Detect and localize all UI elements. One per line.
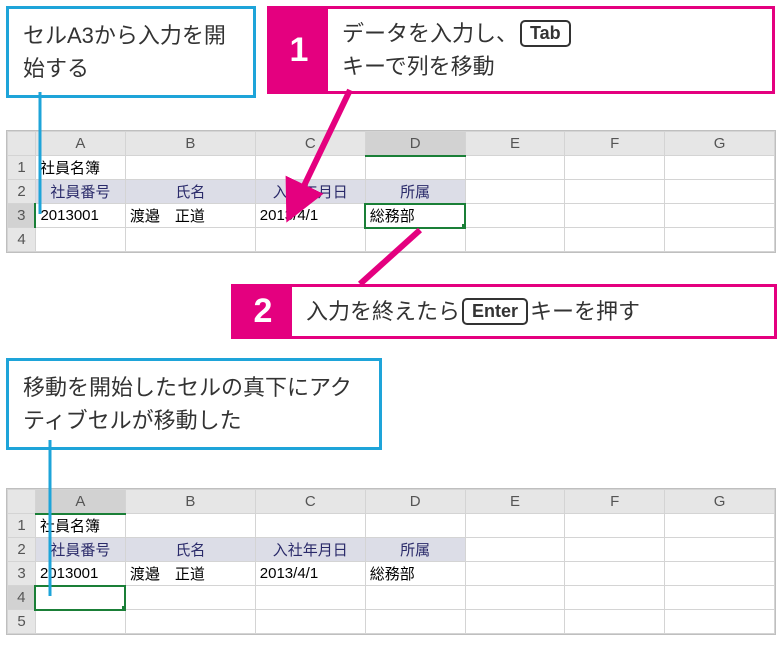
row-2: 2 社員番号 氏名 入社年月日 所属: [8, 180, 775, 204]
cell-A2[interactable]: 社員番号: [35, 180, 125, 204]
cell-B2[interactable]: 氏名: [125, 538, 255, 562]
step-1-number: 1: [270, 9, 328, 91]
step-2-text-a: 入力を終えたら: [306, 295, 460, 328]
spreadsheet-2: A B C D E F G 1 社員名簿 2 社員番号 氏名 入社年月日 所属 …: [6, 488, 776, 635]
grid-2[interactable]: A B C D E F G 1 社員名簿 2 社員番号 氏名 入社年月日 所属 …: [7, 489, 775, 634]
rowhdr-3[interactable]: 3: [8, 562, 36, 586]
step-1-body: データを入力し、 Tab キーで列を移動: [328, 9, 739, 91]
cell-B2[interactable]: 氏名: [125, 180, 255, 204]
cell-A1[interactable]: 社員名簿: [35, 156, 125, 180]
col-header-row: A B C D E F G: [8, 132, 775, 156]
col-B[interactable]: B: [125, 490, 255, 514]
cell-A2[interactable]: 社員番号: [35, 538, 125, 562]
grid-1[interactable]: A B C D E F G 1 社員名簿 2 社員番号 氏名 入社年月日 所属 …: [7, 131, 775, 252]
row-3: 3 2013001 渡邉 正道 2013/4/1 総務部: [8, 562, 775, 586]
tab-key: Tab: [520, 20, 571, 47]
row-5: 5: [8, 610, 775, 634]
cell-B1[interactable]: [125, 156, 255, 180]
rowhdr-2[interactable]: 2: [8, 180, 36, 204]
cell-A3[interactable]: 2013001: [35, 204, 125, 228]
rowhdr-2[interactable]: 2: [8, 538, 36, 562]
rowhdr-4[interactable]: 4: [8, 228, 36, 252]
corner[interactable]: [8, 490, 36, 514]
rowhdr-3[interactable]: 3: [8, 204, 36, 228]
step-2-number: 2: [234, 287, 292, 336]
col-B[interactable]: B: [125, 132, 255, 156]
col-D[interactable]: D: [365, 490, 465, 514]
row-3: 3 2013001 渡邉 正道 2013/4/1 総務部: [8, 204, 775, 228]
cell-A3[interactable]: 2013001: [35, 562, 125, 586]
step-1-text-b: キーで列を移動: [342, 50, 725, 83]
row-4: 4: [8, 586, 775, 610]
cell-C3[interactable]: 2013/4/1: [255, 562, 365, 586]
row-1: 1 社員名簿: [8, 514, 775, 538]
rowhdr-1[interactable]: 1: [8, 514, 36, 538]
col-A[interactable]: A: [35, 132, 125, 156]
spreadsheet-1: A B C D E F G 1 社員名簿 2 社員番号 氏名 入社年月日 所属 …: [6, 130, 776, 253]
corner[interactable]: [8, 132, 36, 156]
callout-start-cell: セルA3から入力を開始する: [6, 6, 256, 98]
row-4: 4: [8, 228, 775, 252]
cell-B3[interactable]: 渡邉 正道: [125, 204, 255, 228]
cell-C2[interactable]: 入社年月日: [255, 538, 365, 562]
cell-C3[interactable]: 2013/4/1: [255, 204, 365, 228]
step-2: 2 入力を終えたら Enter キーを押す: [231, 284, 777, 339]
step-1: 1 データを入力し、 Tab キーで列を移動: [267, 6, 775, 94]
row-2: 2 社員番号 氏名 入社年月日 所属: [8, 538, 775, 562]
enter-key: Enter: [462, 298, 528, 325]
callout-result-text: 移動を開始したセルの真下にアクティブセルが移動した: [23, 375, 352, 433]
cell-B3[interactable]: 渡邉 正道: [125, 562, 255, 586]
col-G[interactable]: G: [665, 490, 775, 514]
col-A[interactable]: A: [35, 490, 125, 514]
col-C[interactable]: C: [255, 132, 365, 156]
step-2-text-b: キーを押す: [530, 295, 640, 328]
rowhdr-4[interactable]: 4: [8, 586, 36, 610]
cell-D2[interactable]: 所属: [365, 180, 465, 204]
cell-D2[interactable]: 所属: [365, 538, 465, 562]
col-D[interactable]: D: [365, 132, 465, 156]
cell-D3-active[interactable]: 総務部: [365, 204, 465, 228]
col-header-row: A B C D E F G: [8, 490, 775, 514]
step-1-text-a: データを入力し、: [342, 17, 518, 50]
rowhdr-1[interactable]: 1: [8, 156, 36, 180]
cell-A1[interactable]: 社員名簿: [35, 514, 125, 538]
step-2-body: 入力を終えたら Enter キーを押す: [292, 287, 654, 336]
row-1: 1 社員名簿: [8, 156, 775, 180]
col-F[interactable]: F: [565, 490, 665, 514]
col-C[interactable]: C: [255, 490, 365, 514]
rowhdr-5[interactable]: 5: [8, 610, 36, 634]
callout-result: 移動を開始したセルの真下にアクティブセルが移動した: [6, 358, 382, 450]
col-E[interactable]: E: [465, 132, 565, 156]
callout-text: セルA3から入力を開始する: [23, 23, 226, 81]
col-G[interactable]: G: [665, 132, 775, 156]
cell-A4-active[interactable]: [35, 586, 125, 610]
cell-C2[interactable]: 入社年月日: [255, 180, 365, 204]
col-F[interactable]: F: [565, 132, 665, 156]
cell-D3[interactable]: 総務部: [365, 562, 465, 586]
col-E[interactable]: E: [465, 490, 565, 514]
